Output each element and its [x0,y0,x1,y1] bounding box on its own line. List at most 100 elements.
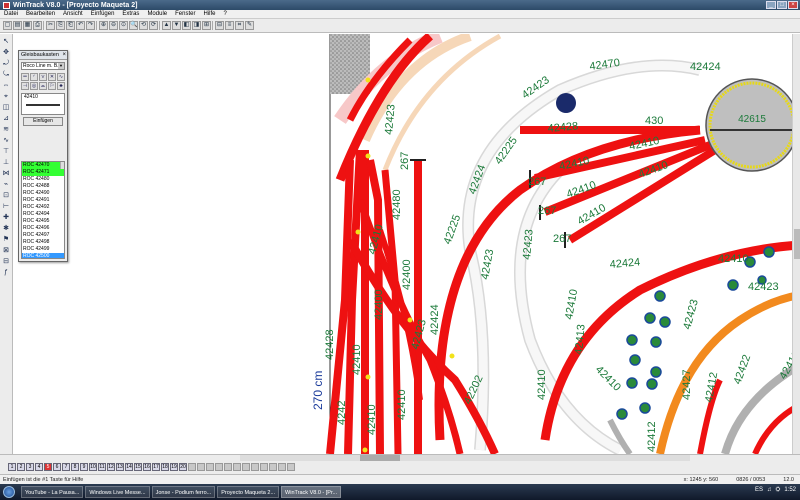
menu-einfuegen[interactable]: Einfügen [91,11,115,17]
track-plan-canvas[interactable]: 42615 42470 42424 430 42428 42410 42410 … [14,34,800,454]
list-item[interactable]: ROC 42500 [22,253,64,258]
menu-ansicht[interactable]: Ansicht [63,11,83,17]
page-tab[interactable]: 14 [125,463,133,471]
empty-page-slot[interactable] [287,463,295,471]
page-tab[interactable]: 3 [26,463,34,471]
track-part-list[interactable]: ROC 42470 ROC 42471 ROC 42480 ROC 42488 ROC … [21,161,65,259]
toolbar-button-icon[interactable]: ↶ [76,21,85,30]
page-tab[interactable]: 19 [170,463,178,471]
page-tab[interactable]: 17 [152,463,160,471]
list-item[interactable]: ROC 42494 [22,211,64,218]
page-tab[interactable]: 11 [98,463,106,471]
tool-icon[interactable]: ⇔ [2,81,11,90]
empty-page-slot[interactable] [269,463,277,471]
clock[interactable]: 1:52 [784,487,796,494]
menu-question[interactable]: ? [223,11,226,17]
switch-icon[interactable]: ⋎ [39,73,47,81]
menu-module[interactable]: Module [147,11,167,17]
tool-icon[interactable]: ≋ [2,125,11,134]
taskbar-item[interactable]: WinTrack V8.0 - [Pr... [281,486,342,498]
toolbar-button-icon[interactable]: ▲ [162,21,171,30]
toolbar-button-icon[interactable]: ↷ [86,21,95,30]
curve-track-icon[interactable]: ◜ [30,73,38,81]
toolbar-button-icon[interactable]: ✂ [46,21,55,30]
menu-bearbeiten[interactable]: Bearbeiten [26,11,55,17]
empty-page-slot[interactable] [233,463,241,471]
taskbar-item[interactable]: Proyecto Maqueta 2... [217,486,280,498]
page-tab[interactable]: 9 [80,463,88,471]
toolbar-button-icon[interactable]: ⊙ [119,21,128,30]
tool-icon[interactable]: ⊢ [2,202,11,211]
list-scrollbar[interactable] [60,162,64,169]
page-tab[interactable]: 7 [62,463,70,471]
tool-icon[interactable]: ⚑ [2,235,11,244]
page-tab[interactable]: 12 [107,463,115,471]
tool-icon[interactable]: ⋈ [2,169,11,178]
empty-page-slot[interactable] [224,463,232,471]
tool-icon[interactable]: ƒ [2,268,11,277]
track-system-select[interactable]: Roco Line m. B. ▼ [21,62,65,70]
toolbar-button-icon[interactable]: ⎙ [33,21,42,30]
tray-icon[interactable]: ⛭ [776,487,781,494]
vertical-scroll-thumb[interactable] [794,229,800,259]
palette-close-icon[interactable]: × [62,51,66,60]
toolbar-button-icon[interactable]: ⟳ [149,21,158,30]
turntable-icon[interactable]: ◎ [30,82,38,90]
tool-icon[interactable]: ⌖ [2,92,11,101]
toolbar-button-icon[interactable]: ⊕ [99,21,108,30]
toolbar-button-icon[interactable]: ⎘ [56,21,65,30]
tool-icon[interactable]: ⊠ [2,246,11,255]
tool-icon[interactable]: ∿ [2,136,11,145]
empty-page-slot[interactable] [278,463,286,471]
crossing-icon[interactable]: ✕ [48,73,56,81]
tool-icon[interactable]: ✚ [2,213,11,222]
taskbar-item[interactable]: YouTube - La Pausa... [21,486,84,498]
tool-icon[interactable]: ⊥ [2,158,11,167]
empty-page-slot[interactable] [260,463,268,471]
toolbar-button-icon[interactable]: ▼ [172,21,181,30]
tool-icon[interactable]: ✱ [2,224,11,233]
list-item[interactable]: ROC 42497 [22,232,64,239]
tray-icon[interactable]: ES [755,487,763,494]
toolbar-button-icon[interactable]: ⊟ [215,21,224,30]
tree-icon[interactable]: ♣ [57,82,65,90]
maximize-button[interactable]: □ [777,1,787,9]
tool-icon[interactable]: ⊿ [2,114,11,123]
straight-track-icon[interactable]: ═ [21,73,29,81]
tool-icon[interactable]: ↖ [2,37,11,46]
start-button[interactable] [3,486,15,498]
tool-icon[interactable]: ⊤ [2,147,11,156]
horizontal-scrollbar[interactable] [240,455,690,461]
toolbar-button-icon[interactable]: ▦ [23,21,32,30]
page-tab[interactable]: 16 [143,463,151,471]
empty-page-slot[interactable] [206,463,214,471]
toolbar-button-icon[interactable]: ✎ [245,21,254,30]
page-tab[interactable]: 4 [35,463,43,471]
close-button[interactable]: × [788,1,798,9]
list-item[interactable]: ROC 42488 [22,183,64,190]
list-item[interactable]: ROC 42498 [22,239,64,246]
toolbar-button-icon[interactable]: ▢ [3,21,12,30]
taskbar-item[interactable]: Windows Live Messe... [85,486,150,498]
toolbar-button-icon[interactable]: ◧ [182,21,191,30]
empty-page-slot[interactable] [242,463,250,471]
empty-page-slot[interactable] [251,463,259,471]
page-tab[interactable]: 10 [89,463,97,471]
page-tab[interactable]: 5 [44,463,52,471]
list-item[interactable]: ROC 42480 [22,176,64,183]
minimize-button[interactable]: _ [766,1,776,9]
taskbar-item[interactable]: Jonse - Podium ferro... [151,486,216,498]
horizontal-scroll-thumb[interactable] [360,455,400,461]
bumper-icon[interactable]: ⊣ [21,82,29,90]
empty-page-slot[interactable] [188,463,196,471]
list-item[interactable]: ROC 42499 [22,246,64,253]
page-tab[interactable]: 2 [17,463,25,471]
track-plan-svg[interactable]: 42615 42470 42424 430 42428 42410 42410 … [14,34,800,454]
list-item[interactable]: ROC 42471 [22,169,64,176]
list-item[interactable]: ROC 42470 [22,162,64,169]
menu-fenster[interactable]: Fenster [175,11,195,17]
menu-datei[interactable]: Datei [4,11,18,17]
list-item[interactable]: ROC 42495 [22,218,64,225]
signal-icon[interactable]: ⚐ [48,82,56,90]
toolbar-button-icon[interactable]: ◨ [192,21,201,30]
